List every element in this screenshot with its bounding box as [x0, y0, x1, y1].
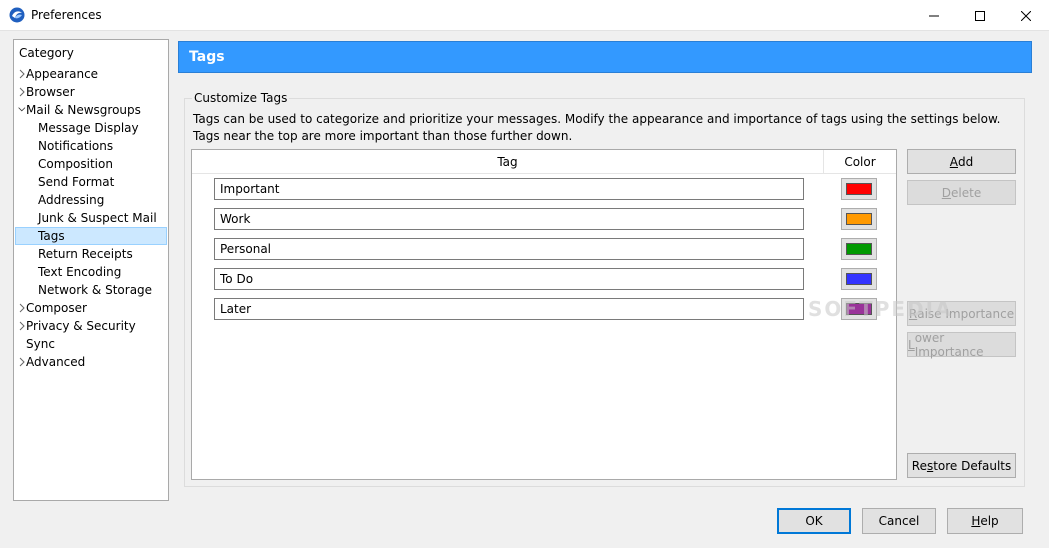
window-title: Preferences [31, 8, 102, 22]
tree-item-tags[interactable]: Tags [15, 227, 167, 245]
minimize-icon [929, 15, 939, 16]
access-key: A [949, 154, 958, 169]
tree-item-notifications[interactable]: Notifications [38, 137, 113, 155]
tree-item-label: Addressing [38, 193, 105, 207]
delete-tag-button[interactable]: Delete [907, 180, 1016, 205]
chevron-right-icon [19, 69, 25, 79]
tag-color-button[interactable] [841, 178, 877, 200]
tree-item-label: Composer [26, 301, 87, 315]
tree-item-message-display[interactable]: Message Display [38, 119, 139, 137]
chevron-right-icon [19, 303, 25, 313]
tree-item-text-encoding[interactable]: Text Encoding [38, 263, 121, 281]
restore-defaults-button[interactable]: Re s tore Defaults [907, 453, 1016, 478]
panel-title: Tags [189, 49, 225, 65]
add-tag-button[interactable]: Add [907, 149, 1016, 174]
button-label: ower Importance [914, 330, 984, 359]
category-header: Category [19, 46, 74, 60]
close-icon [1021, 10, 1031, 21]
column-header-tag[interactable]: Tag [192, 150, 824, 174]
tree-item-send-format[interactable]: Send Format [38, 173, 114, 191]
tag-name-input[interactable] [214, 238, 804, 260]
tag-name-input[interactable] [214, 268, 804, 290]
tree-item-sync[interactable]: Sync [26, 335, 55, 353]
title-bar: Preferences [0, 0, 1049, 31]
ok-button[interactable]: OK [777, 508, 851, 534]
color-swatch [846, 213, 872, 225]
tree-item-label: Send Format [38, 175, 115, 189]
color-swatch [846, 183, 872, 195]
category-tree[interactable]: Category Appearance Browser Mail & Newsg… [13, 39, 169, 501]
tag-name-input[interactable] [214, 298, 804, 320]
tree-item-label: Composition [38, 157, 113, 171]
maximize-button[interactable] [957, 0, 1003, 31]
chevron-down-icon [18, 107, 26, 112]
column-header-color[interactable]: Color [824, 150, 896, 174]
tree-item-label: Privacy & Security [26, 319, 136, 333]
group-label: Customize Tags [192, 91, 290, 105]
tree-item-composer[interactable]: Composer [14, 299, 164, 317]
softpedia-watermark: SOFTPEDIA [808, 297, 953, 321]
tree-item-privacy-security[interactable]: Privacy & Security [14, 317, 164, 335]
access-key: L [908, 337, 915, 352]
tag-color-button[interactable] [841, 268, 877, 290]
app-icon [9, 7, 25, 23]
close-button[interactable] [1003, 0, 1049, 31]
tree-item-label: Junk & Suspect Mail [38, 211, 157, 225]
tag-color-button[interactable] [841, 208, 877, 230]
tree-item-advanced[interactable]: Advanced [14, 353, 164, 371]
tree-item-label: Notifications [38, 139, 114, 153]
tree-item-label: Network & Storage [38, 283, 153, 297]
access-key: H [971, 514, 981, 528]
tree-item-label: Message Display [38, 121, 139, 135]
tree-item-composition[interactable]: Composition [38, 155, 113, 173]
tree-item-label: Advanced [26, 355, 86, 369]
tree-item-return-receipts[interactable]: Return Receipts [38, 245, 133, 263]
chevron-right-icon [19, 321, 25, 331]
color-swatch [846, 243, 872, 255]
button-label: elete [951, 185, 982, 200]
help-button[interactable]: Help [947, 508, 1023, 534]
button-label: Re [911, 458, 927, 473]
tree-item-network-storage[interactable]: Network & Storage [38, 281, 152, 299]
button-label: dd [957, 154, 974, 169]
tree-item-label: Mail & Newsgroups [26, 103, 141, 117]
tree-item-label: Return Receipts [38, 247, 133, 261]
tag-name-input[interactable] [214, 208, 804, 230]
tree-item-addressing[interactable]: Addressing [38, 191, 104, 209]
tree-item-label: Appearance [26, 67, 99, 81]
tree-item-label: Browser [26, 85, 75, 99]
tree-item-mail-newsgroups[interactable]: Mail & Newsgroups [14, 101, 164, 119]
tree-item-label: Tags [38, 229, 65, 243]
button-label: elp [980, 514, 999, 528]
button-label: OK [805, 514, 823, 528]
color-swatch [846, 273, 872, 285]
chevron-right-icon [19, 357, 25, 367]
tree-item-junk-suspect-mail[interactable]: Junk & Suspect Mail [38, 209, 157, 227]
chevron-right-icon [19, 87, 25, 97]
panel-description: Tags can be used to categorize and prior… [193, 112, 1001, 143]
tree-item-label: Text Encoding [38, 265, 122, 279]
lower-importance-button[interactable]: Lower Importance [907, 330, 1016, 359]
cancel-button[interactable]: Cancel [862, 508, 936, 534]
tree-item-browser[interactable]: Browser [14, 83, 164, 101]
tree-item-label: Sync [26, 337, 55, 351]
minimize-button[interactable] [911, 0, 957, 31]
panel-banner: Tags [178, 41, 1032, 73]
button-label: Cancel [878, 514, 920, 528]
tag-name-input[interactable] [214, 178, 804, 200]
access-key: D [941, 185, 952, 200]
maximize-icon [975, 10, 985, 21]
tag-color-button[interactable] [841, 238, 877, 260]
button-label: tore Defaults [933, 458, 1012, 473]
tag-table[interactable]: Tag Color [191, 149, 897, 480]
tree-item-appearance[interactable]: Appearance [14, 65, 164, 83]
